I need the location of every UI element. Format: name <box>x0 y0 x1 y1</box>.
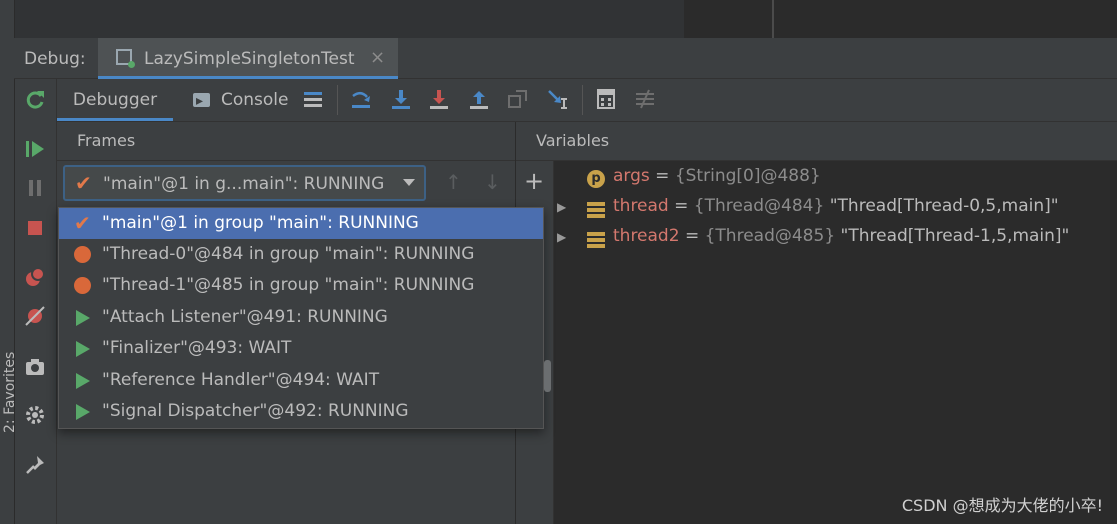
variables-tree: p args = {String[0]@488} ▶ thread = {Thr… <box>554 161 1117 524</box>
tab-console[interactable]: Console <box>191 79 289 122</box>
debug-session-tab[interactable]: LazySimpleSingletonTest × <box>98 38 398 79</box>
debugger-toolbar: Debugger Console <box>57 79 1117 122</box>
pause-icon[interactable] <box>23 176 47 200</box>
debug-session-title: LazySimpleSingletonTest <box>144 49 355 69</box>
play-icon <box>76 310 90 326</box>
variable-type: {Thread@485} <box>704 226 836 246</box>
play-icon <box>76 404 90 420</box>
add-watch-button[interactable]: + <box>524 167 544 195</box>
watermark: CSDN @想成为大佬的小卒! <box>901 496 1103 515</box>
favorites-strip[interactable]: 2: Favorites <box>0 0 18 524</box>
variable-text: thread2 = {Thread@485} "Thread[Thread-1,… <box>613 226 1069 246</box>
show-execution-point-icon[interactable] <box>349 88 373 112</box>
debug-label: Debug: <box>24 49 86 69</box>
run-config-icon <box>116 49 135 68</box>
field-icon <box>587 200 605 218</box>
thread-selector[interactable]: ✔ "main"@1 in g...main": RUNNING <box>63 165 426 201</box>
variable-equals: = <box>649 166 675 186</box>
variable-equals: = <box>668 196 694 216</box>
close-icon[interactable]: × <box>370 47 385 68</box>
list-item[interactable]: "Finalizer"@493: WAIT <box>59 333 543 364</box>
field-icon <box>587 230 605 248</box>
play-icon <box>76 341 90 357</box>
layout-menu-icon[interactable] <box>301 88 325 112</box>
frames-title: Frames <box>77 131 136 150</box>
tab-debugger-label: Debugger <box>72 90 158 110</box>
thread-label: "main"@1 in group "main": RUNNING <box>102 213 419 233</box>
debug-tool-window-header: Debug: LazySimpleSingletonTest × <box>14 38 1117 79</box>
thread-selector-value: "main"@1 in g...main": RUNNING <box>103 174 385 194</box>
variables-header: Variables <box>516 122 1117 161</box>
rerun-icon[interactable] <box>23 88 47 112</box>
chevron-down-icon <box>403 179 415 186</box>
thread-label: "Signal Dispatcher"@492: RUNNING <box>102 401 409 421</box>
resume-icon[interactable] <box>23 137 47 161</box>
drop-frame-icon[interactable] <box>506 88 530 112</box>
tab-debugger[interactable]: Debugger <box>57 79 173 121</box>
stop-icon[interactable] <box>23 216 47 240</box>
variable-value: "Thread[Thread-1,5,main]" <box>835 226 1070 246</box>
checkmark-icon: ✔ <box>75 171 92 195</box>
variable-type: {String[0]@488} <box>674 166 821 186</box>
view-breakpoints-icon[interactable] <box>23 265 47 289</box>
list-item[interactable]: "Thread-1"@485 in group "main": RUNNING <box>59 270 543 301</box>
splitter-handle[interactable] <box>544 360 551 392</box>
camera-icon[interactable] <box>23 355 47 379</box>
expand-arrow-icon[interactable]: ▶ <box>557 230 566 244</box>
step-over-icon[interactable] <box>389 88 413 112</box>
variable-name: args <box>613 166 650 186</box>
console-icon <box>193 80 210 122</box>
expand-arrow-icon[interactable]: ▶ <box>557 200 566 214</box>
variable-equals: = <box>679 226 705 246</box>
variables-title: Variables <box>536 131 610 150</box>
parameter-icon: p <box>587 170 605 188</box>
step-out-icon[interactable] <box>467 88 491 112</box>
editor-divider <box>772 0 774 38</box>
active-tab-underline <box>57 118 173 121</box>
list-item[interactable]: "Signal Dispatcher"@492: RUNNING <box>59 396 543 427</box>
arrow-up-icon[interactable]: ↑ <box>445 170 462 194</box>
list-item[interactable]: "Thread-0"@484 in group "main": RUNNING <box>59 239 543 270</box>
variable-value: "Thread[Thread-0,5,main]" <box>824 196 1059 216</box>
arrow-down-icon[interactable]: ↓ <box>484 170 501 194</box>
running-thread-icon <box>74 246 91 263</box>
thread-label: "Reference Handler"@494: WAIT <box>102 370 380 390</box>
variable-text: thread = {Thread@484} "Thread[Thread-0,5… <box>613 196 1059 216</box>
step-into-icon[interactable] <box>427 88 451 112</box>
tab-console-label: Console <box>221 90 289 110</box>
variable-name: thread2 <box>613 226 680 246</box>
evaluate-expression-icon[interactable] <box>594 88 618 112</box>
editor-area <box>684 0 1117 38</box>
run-to-cursor-icon[interactable] <box>545 88 569 112</box>
play-icon <box>76 373 90 389</box>
variable-name: thread <box>613 196 669 216</box>
thread-label: "Thread-0"@484 in group "main": RUNNING <box>102 244 475 264</box>
trace-current-stream-icon[interactable] <box>633 88 657 112</box>
thread-label: "Finalizer"@493: WAIT <box>102 338 292 358</box>
toolbar-separator <box>337 85 338 115</box>
frames-header: Frames <box>57 122 515 161</box>
thread-dropdown-list: ✔ "main"@1 in group "main": RUNNING "Thr… <box>58 207 544 429</box>
mute-breakpoints-icon[interactable] <box>23 304 47 328</box>
settings-gear-icon[interactable] <box>23 403 47 427</box>
variable-text: args = {String[0]@488} <box>613 166 821 186</box>
thread-label: "Thread-1"@485 in group "main": RUNNING <box>102 275 475 295</box>
variable-type: {Thread@484} <box>693 196 825 216</box>
checkmark-icon: ✔ <box>74 211 91 235</box>
list-item[interactable]: ✔ "main"@1 in group "main": RUNNING <box>59 208 543 239</box>
list-item[interactable]: "Attach Listener"@491: RUNNING <box>59 302 543 333</box>
thread-label: "Attach Listener"@491: RUNNING <box>102 307 388 327</box>
pin-icon[interactable] <box>23 453 47 477</box>
running-thread-icon <box>74 277 91 294</box>
list-item[interactable]: "Reference Handler"@494: WAIT <box>59 365 543 396</box>
debug-actions-sidebar <box>15 79 57 524</box>
editor-tab-strip <box>14 0 1117 38</box>
toolbar-separator <box>582 85 583 115</box>
